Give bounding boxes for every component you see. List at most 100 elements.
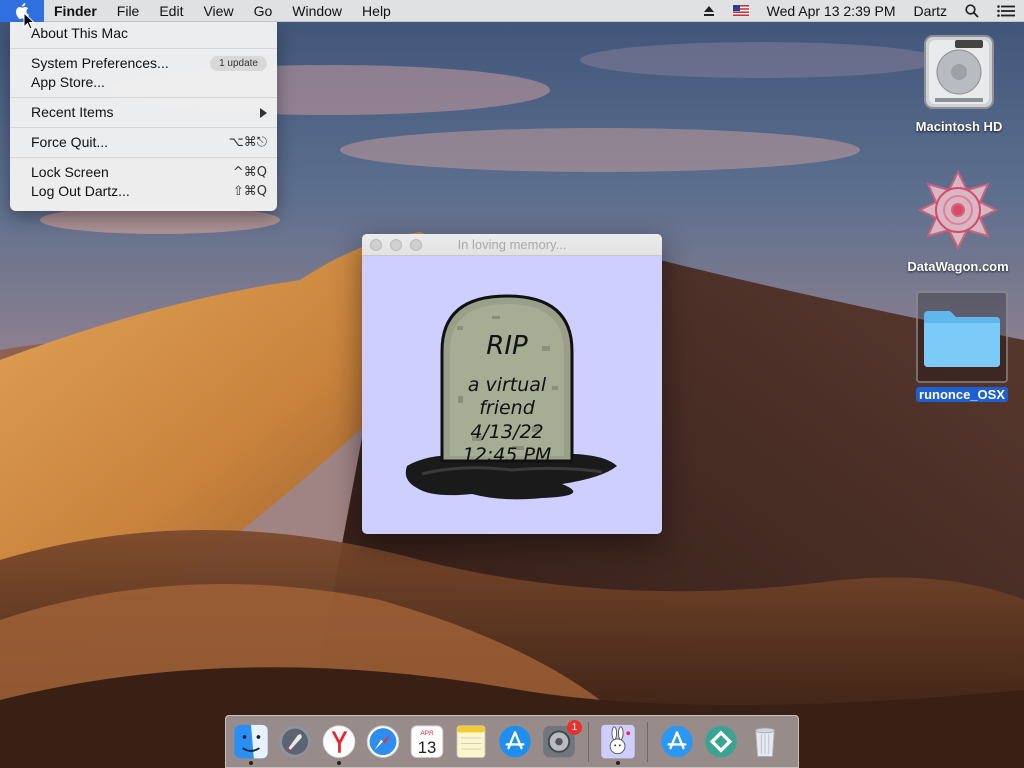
running-indicator	[425, 761, 429, 765]
menu-bar: Finder File Edit View Go Window Help Wed…	[0, 0, 1024, 22]
log-out-shortcut: ⇧⌘Q	[232, 184, 267, 199]
app-store-item[interactable]: App Store...	[10, 73, 277, 92]
force-quit-label: Force Quit...	[31, 134, 109, 150]
running-indicator	[469, 761, 473, 765]
memorial-window: In loving memory... RIP a virtual friend…	[362, 234, 662, 534]
menu-go[interactable]: Go	[244, 0, 283, 22]
dock-divider	[588, 721, 589, 762]
safari-icon	[366, 724, 400, 758]
submenu-arrow-icon	[260, 107, 267, 118]
dock-system-preferences[interactable]: 1	[540, 719, 582, 765]
tombstone-image: RIP a virtual friend 4/13/22 12:45 PM	[405, 294, 617, 500]
system-preferences-item[interactable]: System Preferences... 1 update	[10, 54, 277, 73]
minimize-button[interactable]	[390, 239, 402, 251]
app-store-download-icon	[661, 725, 693, 757]
window-content: RIP a virtual friend 4/13/22 12:45 PM	[362, 256, 662, 534]
notes-icon	[456, 724, 486, 758]
tombstone-rip: RIP	[486, 331, 528, 361]
running-indicator	[763, 761, 767, 765]
dock-app-store[interactable]	[496, 719, 534, 765]
running-indicator	[616, 760, 620, 765]
zoom-button[interactable]	[410, 239, 422, 251]
dock-finder[interactable]	[232, 719, 270, 765]
tombstone-line-4: 4/13/22	[470, 421, 543, 443]
notification-center-icon[interactable]	[988, 0, 1024, 22]
close-button[interactable]	[370, 239, 382, 251]
about-label: About This Mac	[31, 25, 129, 41]
menu-separator	[10, 157, 277, 158]
running-indicator	[293, 761, 297, 765]
tombstone-line-3: friend	[479, 397, 536, 419]
folder-icon	[924, 311, 1000, 367]
running-indicator	[249, 760, 253, 765]
hard-drive-icon	[924, 35, 994, 109]
lock-screen-item[interactable]: Lock Screen ^⌘Q	[10, 163, 277, 182]
menu-view[interactable]: View	[193, 0, 243, 22]
menu-help[interactable]: Help	[352, 0, 401, 22]
mouse-cursor-icon	[23, 12, 35, 30]
desktop-icon-datawagon[interactable]: DataWagon.com	[903, 168, 1013, 274]
running-indicator	[381, 761, 385, 765]
bunny-app-icon	[601, 724, 635, 758]
dock-bunny-app[interactable]	[599, 719, 637, 765]
datawagon-label: DataWagon.com	[907, 259, 1009, 274]
menu-finder[interactable]: Finder	[44, 0, 107, 22]
datawagon-logo-icon	[917, 169, 999, 251]
clock-datetime[interactable]: Wed Apr 13 2:39 PM	[758, 0, 905, 22]
eject-icon[interactable]	[694, 0, 724, 22]
running-indicator	[719, 761, 723, 765]
menu-window[interactable]: Window	[282, 0, 352, 22]
dock-launchpad[interactable]	[276, 719, 314, 765]
us-flag-icon[interactable]	[724, 0, 758, 22]
menu-edit[interactable]: Edit	[149, 0, 193, 22]
app-store-label: App Store...	[31, 74, 105, 90]
tombstone-line-2: a virtual	[468, 374, 547, 396]
user-name[interactable]: Dartz	[905, 0, 956, 22]
dock-divider	[647, 721, 648, 762]
folder-selection-box	[916, 291, 1008, 383]
tombstone-line-5: 12:45 PM	[463, 444, 552, 466]
running-indicator	[675, 761, 679, 765]
launchpad-icon	[279, 725, 311, 757]
macintosh-hd-label: Macintosh HD	[915, 119, 1003, 134]
finder-icon	[234, 724, 268, 758]
force-quit-item[interactable]: Force Quit... ⌥⌘⎋	[10, 133, 277, 152]
calendar-day: 13	[418, 737, 437, 756]
dock-trash[interactable]	[746, 719, 784, 765]
menu-separator	[10, 127, 277, 128]
app-store-icon	[499, 725, 531, 757]
system-preferences-label: System Preferences...	[31, 55, 169, 71]
system-preferences-badge: 1	[567, 719, 582, 735]
runonce-label: runonce_OSX	[916, 387, 1008, 402]
recent-items-item[interactable]: Recent Items	[10, 103, 277, 122]
dock-yandex-browser[interactable]	[320, 719, 358, 765]
running-indicator	[513, 761, 517, 765]
dock-notes[interactable]	[452, 719, 490, 765]
desktop-icon-runonce-folder[interactable]: runonce_OSX	[907, 291, 1017, 402]
dock-mint-app[interactable]	[702, 719, 740, 765]
spotlight-icon[interactable]	[956, 0, 988, 22]
desktop-icon-macintosh-hd[interactable]: Macintosh HD	[904, 32, 1014, 134]
dock-calendar[interactable]: APR 13	[408, 719, 446, 765]
yandex-browser-icon	[322, 724, 356, 758]
calendar-month: APR	[420, 730, 434, 737]
menu-separator	[10, 48, 277, 49]
dock-safari[interactable]	[364, 719, 402, 765]
force-quit-shortcut: ⌥⌘⎋	[228, 135, 267, 150]
mint-app-icon	[705, 725, 737, 757]
apple-menu-button[interactable]	[0, 0, 44, 22]
dock-app-store-download[interactable]	[658, 719, 696, 765]
menu-file[interactable]: File	[107, 0, 150, 22]
recent-items-label: Recent Items	[31, 104, 114, 120]
log-out-item[interactable]: Log Out Dartz... ⇧⌘Q	[10, 182, 277, 201]
running-indicator	[337, 760, 341, 765]
trash-icon	[755, 727, 775, 757]
update-badge: 1 update	[210, 56, 267, 71]
about-this-mac-item[interactable]: About This Mac	[10, 24, 277, 43]
lock-screen-label: Lock Screen	[31, 164, 109, 180]
lock-screen-shortcut: ^⌘Q	[232, 165, 267, 180]
calendar-icon: APR 13	[410, 724, 444, 758]
apple-menu-dropdown: About This Mac System Preferences... 1 u…	[10, 22, 277, 211]
menu-separator	[10, 97, 277, 98]
window-titlebar[interactable]: In loving memory...	[362, 234, 662, 256]
